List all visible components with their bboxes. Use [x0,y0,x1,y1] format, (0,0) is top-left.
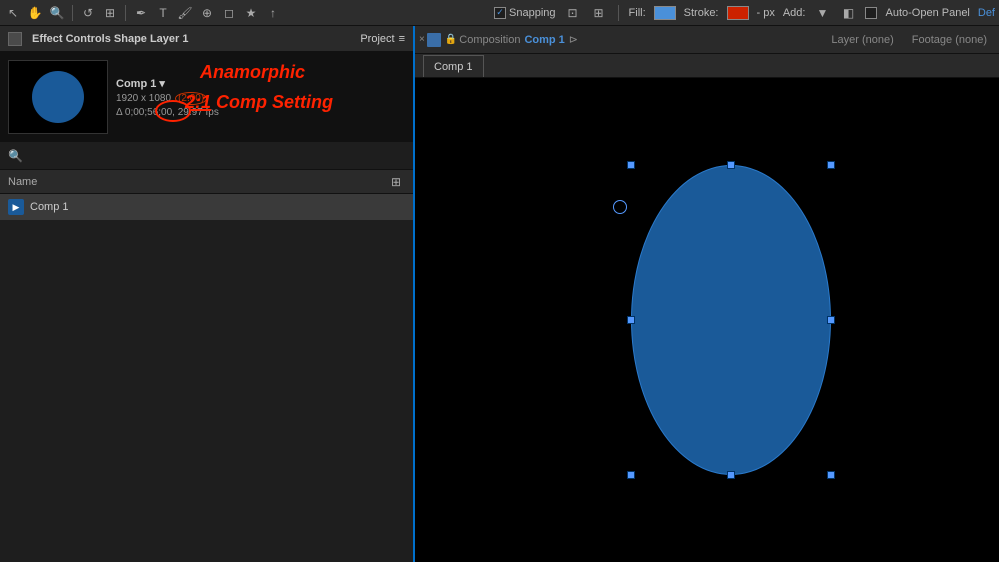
toolbar-right: ✓ Snapping ⊡ ⊞ Fill: Stroke: - px Add: ▼… [494,4,995,22]
comp-thumbnail [8,60,108,134]
list-item[interactable]: ▶ Comp 1 [0,194,413,220]
effect-controls-title: Effect Controls Shape Layer 1 [32,33,189,45]
auto-open-label: Auto-Open Panel [885,7,969,19]
tool-pen[interactable]: ✒ [132,4,150,22]
handle-mid-left[interactable] [627,316,635,324]
effect-controls-header: Effect Controls Shape Layer 1 Project ≡ [0,26,413,52]
panel-icon [8,32,22,46]
project-list: Name ⊞ ▶ Comp 1 [0,170,413,562]
main-layout: Effect Controls Shape Layer 1 Project ≡ … [0,26,999,562]
thumb-ellipse [32,71,84,123]
tool-zoom[interactable]: 🔍 [48,4,66,22]
tab-comp-name[interactable]: Comp 1 [524,34,564,46]
snapping-checkbox[interactable]: ✓ [494,7,506,19]
list-options-icon[interactable]: ⊞ [387,173,405,191]
footage-none-label: Footage (none) [912,34,987,46]
comp1-tab-label: Comp 1 [434,61,473,73]
list-header: Name ⊞ [0,170,413,194]
search-input[interactable] [27,150,405,162]
tool-eraser[interactable]: ◻ [220,4,238,22]
tool-clone[interactable]: ⊕ [198,4,216,22]
handle-top-left[interactable] [627,161,635,169]
comp-name[interactable]: Comp 1 ▾ [116,77,219,90]
fill-label: Fill: [629,7,646,19]
search-bar: 🔍 [0,142,413,170]
handle-bottom-left[interactable] [627,471,635,479]
tool-rotate[interactable]: ↺ [79,4,97,22]
snapping-label: Snapping [509,7,556,19]
fill-swatch[interactable] [654,6,676,20]
tabs-row-top: × 🔒 Composition Comp 1 ⊳ Layer (none) Fo… [415,26,999,54]
separator-3 [618,5,619,21]
tool-text[interactable]: T [154,4,172,22]
tool-brush[interactable]: 🖌 [176,4,194,22]
snapping-control[interactable]: ✓ Snapping [494,7,556,19]
stroke-swatch[interactable] [727,6,749,20]
comp-viewer[interactable] [415,78,999,562]
separator-1 [72,5,73,21]
handle-top-right[interactable] [827,161,835,169]
toggle-icon[interactable]: ◧ [839,4,857,22]
list-item-name: Comp 1 [30,201,69,213]
comp-pixel-aspect: (2.00) [175,92,207,105]
layer-none-label: Layer (none) [831,34,893,46]
ellipse-wrapper[interactable] [631,165,831,475]
ellipse-shape[interactable] [631,165,831,475]
comp-resolution: 1920 x 1080 [116,93,171,104]
tab-comp-icon [427,33,441,47]
comp-info: Comp 1 ▾ 1920 x 1080 (2.00) Δ 0;00;56;00… [116,77,219,118]
separator-2 [125,5,126,21]
snap-icon-2[interactable]: ⊞ [590,4,608,22]
add-dropdown[interactable]: ▼ [813,4,831,22]
handle-top-mid[interactable] [727,161,735,169]
ellipse-selection [631,165,831,475]
composition-label: Composition [459,34,520,46]
comp-tabs: × 🔒 Composition Comp 1 ⊳ Layer (none) Fo… [415,26,999,78]
right-panel: × 🔒 Composition Comp 1 ⊳ Layer (none) Fo… [415,26,999,562]
project-menu-icon[interactable]: ≡ [399,33,405,45]
search-icon: 🔍 [8,149,23,163]
name-column-header: Name [8,176,37,188]
comp-duration: Δ 0;00;56;00, 29.97 fps [116,107,219,118]
left-panel: Effect Controls Shape Layer 1 Project ≡ … [0,26,415,562]
tab-lock-icon[interactable]: 🔒 [445,34,457,45]
tool-pin[interactable]: ↑ [264,4,282,22]
top-toolbar: ↖ ✋ 🔍 ↺ ⊞ ✒ T 🖌 ⊕ ◻ ★ ↑ ✓ Snapping ⊡ ⊞ F… [0,0,999,26]
auto-open-checkbox[interactable] [865,7,877,19]
tab-close-icon[interactable]: × [419,34,425,45]
handle-bottom-right[interactable] [827,471,835,479]
comp-item-icon: ▶ [8,199,24,215]
add-label: Add: [783,7,806,19]
snap-icon[interactable]: ⊡ [564,4,582,22]
tool-hand[interactable]: ✋ [26,4,44,22]
stroke-label: Stroke: [684,7,719,19]
tool-select[interactable]: ↖ [4,4,22,22]
anchor-handle[interactable] [613,200,627,214]
tool-puppet[interactable]: ★ [242,4,260,22]
def-label: Def [978,7,995,19]
handle-bottom-mid[interactable] [727,471,735,479]
thumbnail-area: Comp 1 ▾ 1920 x 1080 (2.00) Δ 0;00;56;00… [0,52,413,142]
comp1-tab[interactable]: Comp 1 [423,55,484,77]
project-label: Project [360,33,394,45]
px-label: - px [757,7,775,19]
project-title: Project ≡ [360,33,405,45]
handle-mid-right[interactable] [827,316,835,324]
tab-expand-icon[interactable]: ⊳ [569,33,578,46]
tab-panel-labels: Comp 1 [415,54,999,78]
tool-camera[interactable]: ⊞ [101,4,119,22]
canvas-area [472,105,942,535]
